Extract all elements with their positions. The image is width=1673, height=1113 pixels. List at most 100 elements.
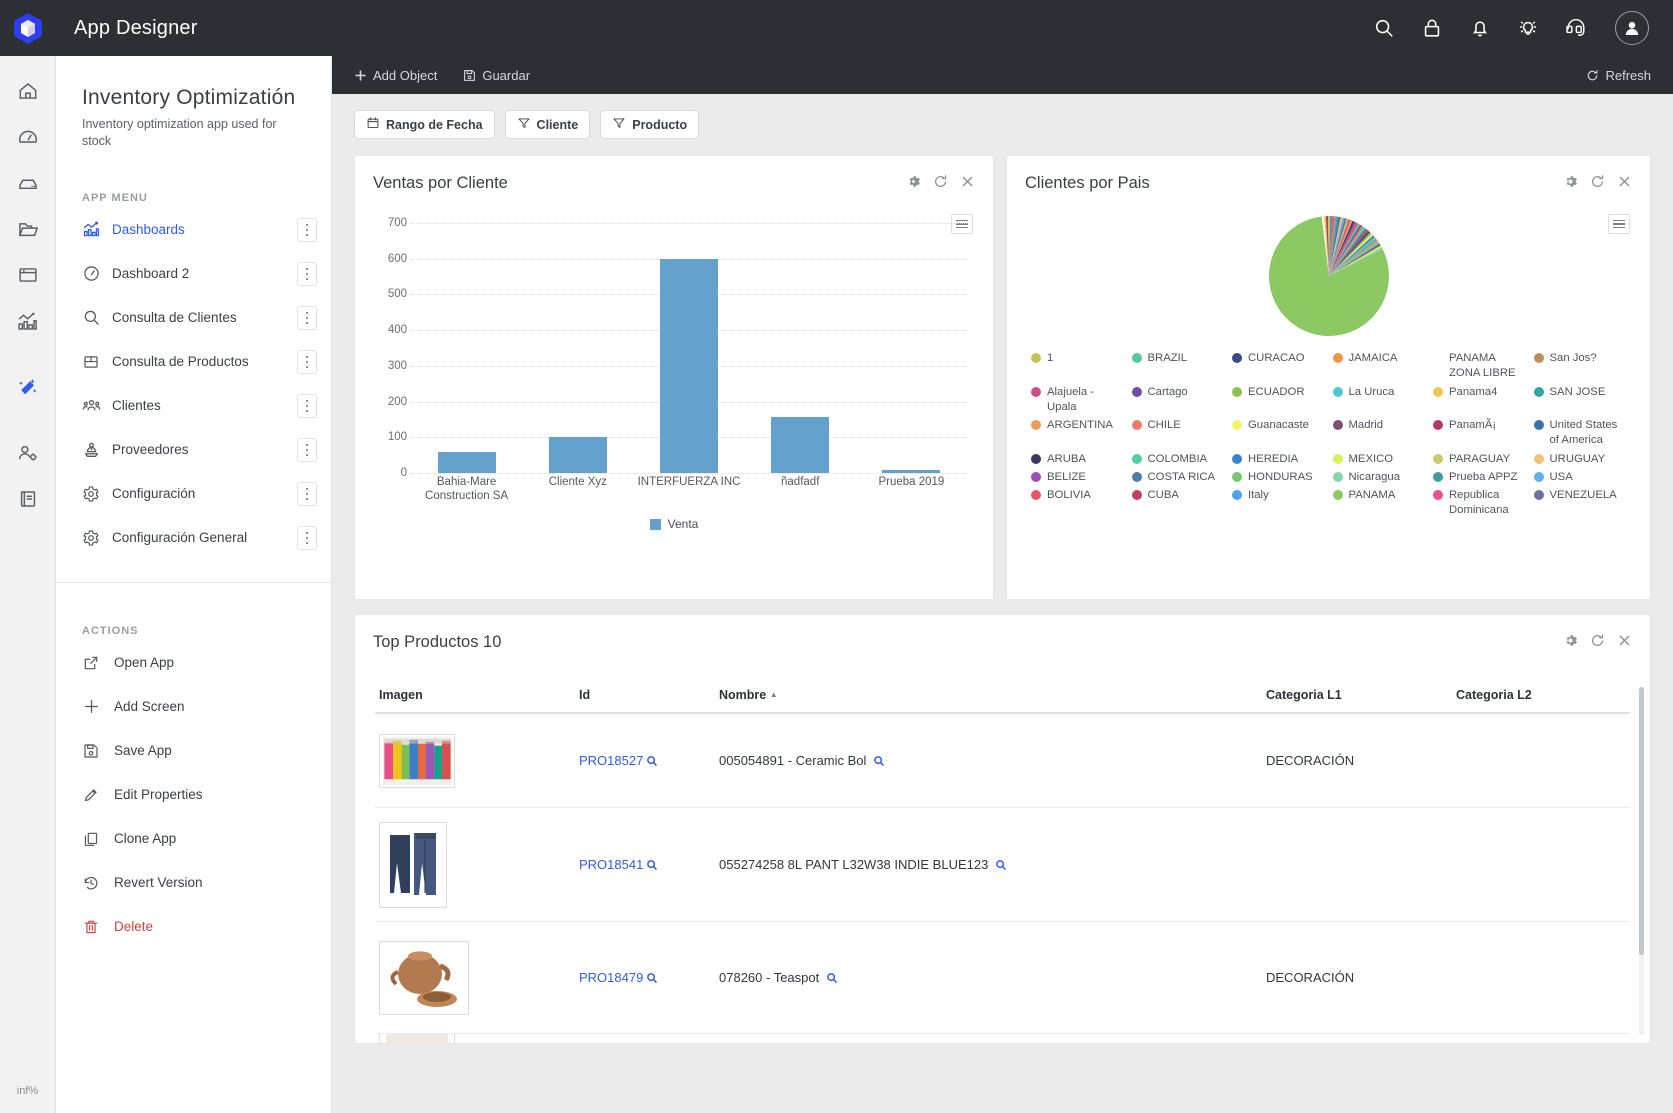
book-icon[interactable] xyxy=(8,476,48,522)
sidebar-item-menu-button[interactable] xyxy=(297,393,317,418)
search-icon[interactable] xyxy=(1371,15,1397,41)
sidebar-item-menu-button[interactable] xyxy=(297,481,317,506)
legend-item[interactable]: SAN JOSE xyxy=(1533,385,1627,416)
legend-item[interactable]: BELIZE xyxy=(1031,470,1124,485)
guardar-button[interactable]: Guardar xyxy=(463,68,530,83)
headset-icon[interactable] xyxy=(1563,15,1589,41)
legend-item[interactable]: URUGUAY xyxy=(1533,452,1627,467)
legend-item[interactable]: Nicaragua xyxy=(1332,470,1426,485)
bar-column[interactable] xyxy=(745,223,856,473)
gear-icon[interactable] xyxy=(1563,633,1578,648)
legend-item[interactable]: La Uruca xyxy=(1332,385,1426,416)
legend-item[interactable]: BOLIVIA xyxy=(1031,488,1124,519)
table-column-header[interactable]: Id xyxy=(579,678,719,712)
filter-producto[interactable]: Producto xyxy=(600,110,700,139)
analytics-icon[interactable] xyxy=(8,298,48,344)
legend-item[interactable]: PanamÃ¡ xyxy=(1433,418,1526,449)
table-scrollbar-thumb[interactable] xyxy=(1639,687,1644,955)
filter-cliente[interactable]: Cliente xyxy=(504,110,591,139)
action-add-screen[interactable]: Add Screen xyxy=(56,685,331,729)
close-icon[interactable] xyxy=(1617,174,1632,189)
action-clone-app[interactable]: Clone App xyxy=(56,817,331,861)
table-column-header[interactable]: Nombre ▲ xyxy=(719,678,1266,712)
legend-item[interactable]: Guanacaste xyxy=(1232,418,1325,449)
legend-item[interactable]: 1 xyxy=(1031,351,1124,382)
legend-item[interactable]: COLOMBIA xyxy=(1131,452,1225,467)
legend-item[interactable]: ECUADOR xyxy=(1232,385,1325,416)
product-id-link[interactable]: PRO18479 xyxy=(579,970,643,985)
sidebar-item-configuraci-n[interactable]: Configuración xyxy=(56,472,331,516)
product-id-link[interactable]: PRO18527 xyxy=(579,753,643,768)
product-id-link[interactable]: PRO18541 xyxy=(579,857,643,872)
action-delete[interactable]: Delete xyxy=(56,905,331,949)
legend-item[interactable]: Cartago xyxy=(1131,385,1225,416)
bar[interactable] xyxy=(660,258,718,473)
lock-icon[interactable] xyxy=(1419,15,1445,41)
product-name-search-icon[interactable] xyxy=(870,753,885,768)
action-open-app[interactable]: Open App xyxy=(56,641,331,685)
bar-column[interactable] xyxy=(522,223,633,473)
bar-column[interactable] xyxy=(411,223,522,473)
wand-icon[interactable] xyxy=(8,364,48,410)
product-name-search-icon[interactable] xyxy=(823,970,838,985)
server-icon[interactable] xyxy=(8,160,48,206)
bar[interactable] xyxy=(548,436,607,473)
legend-item[interactable]: Republica Dominicana xyxy=(1433,488,1526,519)
bar-column[interactable] xyxy=(856,223,967,473)
table-row[interactable] xyxy=(375,1034,1630,1043)
legend-item[interactable]: Alajuela - Upala xyxy=(1031,385,1124,416)
sidebar-item-configuraci-n-general[interactable]: Configuración General xyxy=(56,516,331,560)
bar[interactable] xyxy=(437,451,496,473)
reload-icon[interactable] xyxy=(1590,633,1605,648)
sidebar-item-menu-button[interactable] xyxy=(297,525,317,550)
legend-item[interactable]: PARAGUAY xyxy=(1433,452,1526,467)
sidebar-item-menu-button[interactable] xyxy=(297,305,317,330)
legend-item[interactable]: Panama4 xyxy=(1433,385,1526,416)
legend-item[interactable]: JAMAICA xyxy=(1332,351,1426,382)
legend-item[interactable]: Madrid xyxy=(1332,418,1426,449)
lightbulb-icon[interactable] xyxy=(1515,15,1541,41)
sidebar-item-proveedores[interactable]: Proveedores xyxy=(56,428,331,472)
legend-item[interactable]: Prueba APPZ xyxy=(1433,470,1526,485)
sidebar-item-menu-button[interactable] xyxy=(297,217,317,242)
sidebar-item-menu-button[interactable] xyxy=(297,437,317,462)
table-column-header[interactable]: Categoria L1 xyxy=(1266,678,1456,712)
table-column-header[interactable]: Categoria L2 xyxy=(1456,678,1626,712)
pie-chart-menu-button[interactable] xyxy=(1608,214,1630,234)
add-object-button[interactable]: Add Object xyxy=(354,68,437,83)
sidebar-item-dashboard-2[interactable]: Dashboard 2 xyxy=(56,252,331,296)
sidebar-item-menu-button[interactable] xyxy=(297,349,317,374)
gauge-icon[interactable] xyxy=(8,114,48,160)
user-settings-icon[interactable] xyxy=(8,430,48,476)
legend-item[interactable]: PANAMA xyxy=(1332,488,1426,519)
legend-item[interactable]: ARGENTINA xyxy=(1031,418,1124,449)
table-row[interactable]: PRO18541 055274258 8L PANT L32W38 INDIE … xyxy=(375,808,1630,922)
legend-item[interactable]: CHILE xyxy=(1131,418,1225,449)
sidebar-item-clientes[interactable]: Clientes xyxy=(56,384,331,428)
avatar[interactable] xyxy=(1615,11,1649,45)
legend-item[interactable]: HONDURAS xyxy=(1232,470,1325,485)
sidebar-item-menu-button[interactable] xyxy=(297,261,317,286)
table-column-header[interactable]: Imagen xyxy=(379,678,579,712)
action-save-app[interactable]: Save App xyxy=(56,729,331,773)
gear-icon[interactable] xyxy=(1563,174,1578,189)
legend-item[interactable]: VENEZUELA xyxy=(1533,488,1627,519)
bar[interactable] xyxy=(882,470,941,473)
legend-item[interactable]: COSTA RICA xyxy=(1131,470,1225,485)
home-icon[interactable] xyxy=(8,68,48,114)
table-row[interactable]: PRO18527 005054891 - Ceramic Bol DECORAC… xyxy=(375,714,1630,808)
legend-item[interactable]: HEREDIA xyxy=(1232,452,1325,467)
reload-icon[interactable] xyxy=(933,174,948,189)
legend-item[interactable]: PANAMA ZONA LIBRE xyxy=(1433,351,1526,382)
legend-item[interactable]: CURACAO xyxy=(1232,351,1325,382)
app-logo[interactable] xyxy=(0,0,56,56)
legend-item[interactable]: United States of America xyxy=(1533,418,1627,449)
gear-icon[interactable] xyxy=(906,174,921,189)
product-name-search-icon[interactable] xyxy=(992,857,1007,872)
filter-rango-de-fecha[interactable]: Rango de Fecha xyxy=(354,110,495,139)
reload-icon[interactable] xyxy=(1590,174,1605,189)
action-edit-properties[interactable]: Edit Properties xyxy=(56,773,331,817)
refresh-button[interactable]: Refresh xyxy=(1586,68,1651,83)
bar-column[interactable] xyxy=(633,223,744,473)
legend-item[interactable]: Italy xyxy=(1232,488,1325,519)
